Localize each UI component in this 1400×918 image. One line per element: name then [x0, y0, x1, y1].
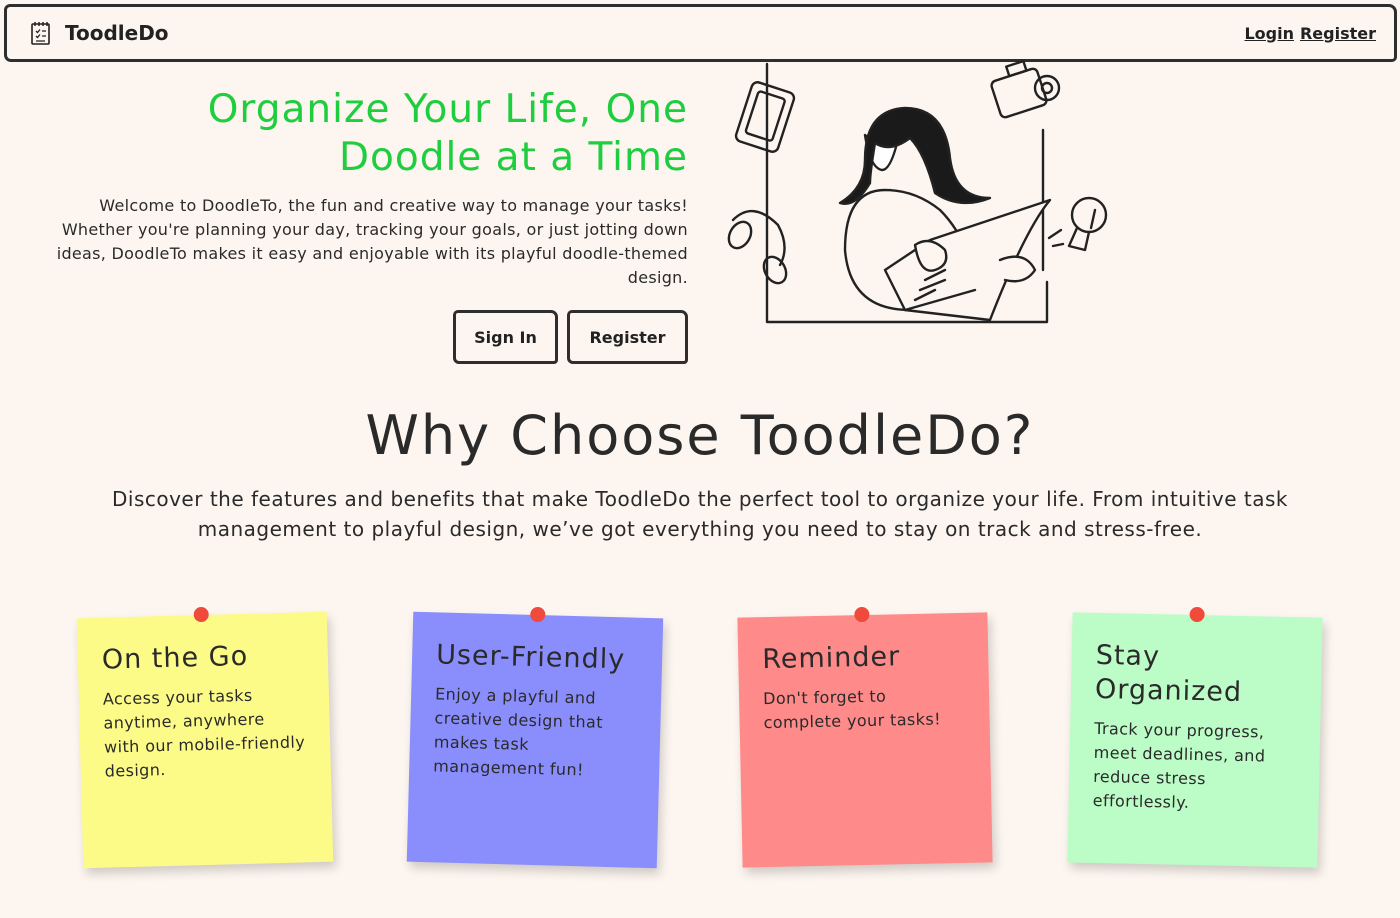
feature-text: Track your progress, meet deadlines, and… [1092, 718, 1266, 812]
phone-icon [734, 81, 796, 153]
feature-title: On the Go [101, 640, 249, 676]
lightbulb-icon [1047, 196, 1108, 252]
navbar: ToodleDo Login Register [4, 4, 1397, 62]
feature-title: Stay Organized [1094, 639, 1243, 708]
feature-card-user-friendly: User-Friendly Enjoy a playful and creati… [406, 606, 664, 869]
nav-register-link[interactable]: Register [1300, 24, 1376, 43]
feature-title: User-Friendly [435, 639, 626, 676]
feature-text: Don't forget to complete your tasks! [762, 686, 942, 733]
register-button[interactable]: Register [567, 310, 688, 364]
brand-name: ToodleDo [65, 21, 169, 45]
hero-description: Welcome to DoodleTo, the fun and creativ… [56, 196, 688, 287]
headphones-icon [727, 210, 788, 285]
notepad-logo-icon [31, 22, 50, 45]
feature-card-on-the-go: On the Go Access your tasks anytime, any… [76, 606, 334, 869]
hero-section: Organize Your Life, One Doodle at a Time… [48, 86, 688, 364]
pin-icon [530, 606, 546, 623]
why-title: Why Choose ToodleDo? [365, 404, 1035, 467]
feature-text: Enjoy a playful and creative design that… [433, 684, 604, 780]
feature-card-reminder: Reminder Don't forget to complete your t… [737, 606, 993, 868]
hero-buttons: Sign In Register [48, 310, 688, 364]
brand[interactable]: ToodleDo [27, 19, 169, 47]
woman-laptop-illustration [727, 60, 1108, 324]
hero-title-line1: Organize Your Life, One [207, 87, 688, 132]
camera-icon [990, 60, 1061, 119]
pin-icon [193, 606, 209, 623]
feature-text: Access your tasks anytime, anywhere with… [102, 685, 306, 781]
pin-icon [854, 606, 870, 623]
sign-in-button[interactable]: Sign In [453, 310, 558, 364]
nav-links: Login Register [1244, 24, 1376, 43]
feature-title: Reminder [761, 641, 901, 676]
hero-title: Organize Your Life, One Doodle at a Time [48, 86, 688, 182]
nav-login-link[interactable]: Login [1244, 24, 1294, 43]
hero-title-line2: Doodle at a Time [338, 135, 688, 180]
pin-icon [1189, 606, 1205, 623]
why-description: Discover the features and benefits that … [111, 487, 1289, 541]
feature-card-stay-organized: Stay Organized Track your progress, meet… [1067, 606, 1323, 868]
